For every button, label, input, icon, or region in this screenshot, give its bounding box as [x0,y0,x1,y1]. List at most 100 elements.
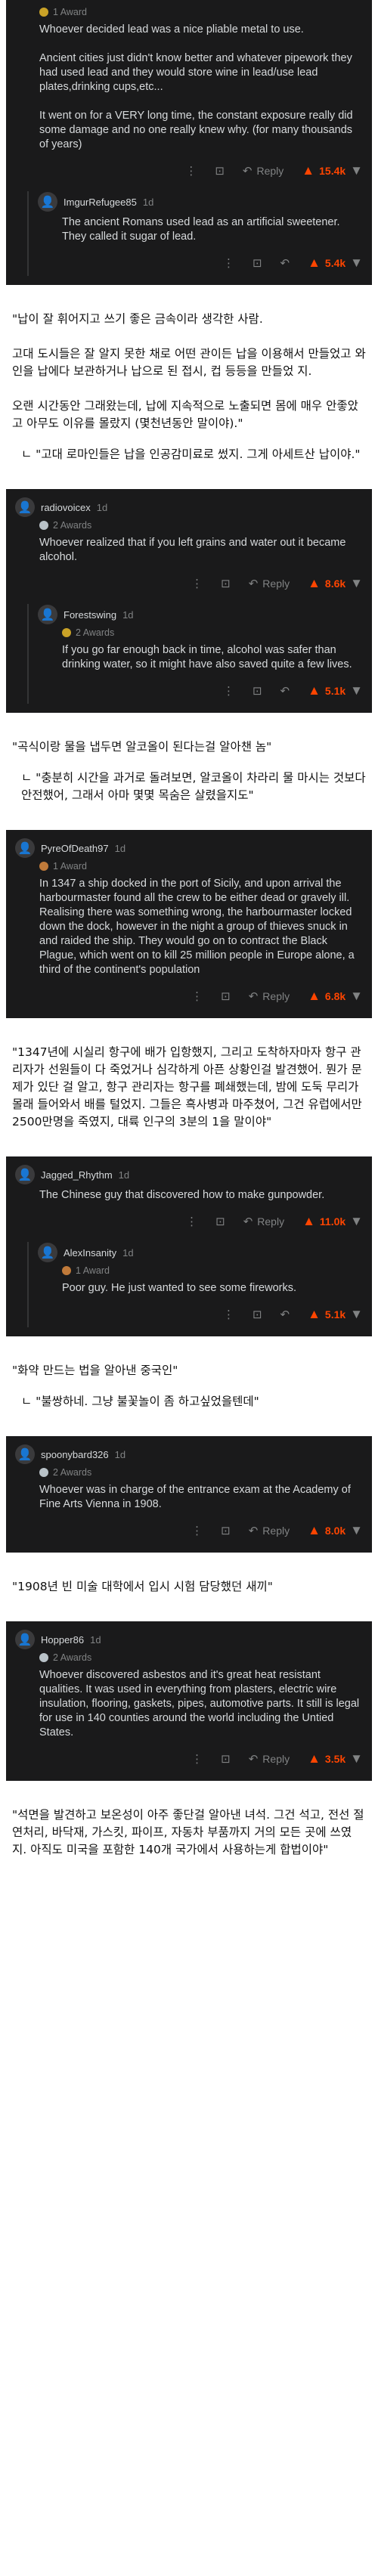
reply-icon[interactable]: ↶ [280,256,290,270]
avatar[interactable]: 👤 [15,1630,35,1649]
awards-count: 1 Award [53,7,87,17]
username[interactable]: Forestswing [64,609,116,621]
avatar[interactable]: 👤 [15,1444,35,1464]
downvote-icon[interactable]: ▼ [350,1307,363,1322]
reply-icon: ↶ [248,1753,259,1766]
upvote-icon[interactable]: ▲ [308,576,321,591]
comment-meta: 👤 radiovoicex 1d [15,497,363,518]
page: 1 Award Whoever decided lead was a nice … [0,0,378,2576]
avatar[interactable]: 👤 [38,605,57,624]
reply-button[interactable]: ↶ Reply [249,989,290,1003]
reply-label: Reply [262,1525,290,1537]
vote-count: 8.6k [324,577,346,590]
give-award-icon[interactable]: ⊡ [215,1215,225,1228]
upvote-icon[interactable]: ▲ [308,1307,321,1322]
award-icon [39,521,48,530]
give-award-icon[interactable]: ⊡ [253,1308,262,1321]
nested-reply: 👤 ImgurRefugee85 1d The ancient Romans u… [15,191,363,276]
downvote-icon[interactable]: ▼ [350,163,363,178]
username[interactable]: AlexInsanity [64,1247,116,1259]
reply-button[interactable]: ↶ Reply [249,1752,290,1766]
avatar[interactable]: 👤 [15,1165,35,1184]
username[interactable]: radiovoicex [41,502,91,513]
username[interactable]: Hopper86 [41,1634,84,1646]
more-options-icon[interactable]: ⋮ [185,164,197,178]
upvote-icon[interactable]: ▲ [308,989,321,1004]
awards-count: 2 Awards [76,627,115,638]
avatar[interactable]: 👤 [38,1243,57,1262]
vote-count: 5.1k [324,685,346,697]
more-options-icon[interactable]: ⋮ [223,684,234,698]
avatar[interactable]: 👤 [38,192,57,212]
awards-count: 1 Award [53,861,87,872]
upvote-icon[interactable]: ▲ [308,683,321,698]
give-award-icon[interactable]: ⊡ [221,1524,231,1537]
more-options-icon[interactable]: ⋮ [191,1524,203,1537]
username[interactable]: Jagged_Rhythm [41,1169,113,1181]
upvote-icon[interactable]: ▲ [302,163,314,178]
upvote-icon[interactable]: ▲ [308,255,321,271]
reply-button[interactable]: ↶ Reply [249,1524,290,1537]
reply-icon: ↶ [248,990,259,1003]
give-award-icon[interactable]: ⊡ [215,164,225,178]
avatar[interactable]: 👤 [15,497,35,517]
award-icon [62,1266,71,1275]
more-options-icon[interactable]: ⋮ [223,1308,234,1321]
comment-meta: 👤 Hopper86 1d [15,1629,363,1650]
comment-card-2: 👤 radiovoicex 1d 2 Awards Whoever realiz… [6,489,372,713]
awards-row: 1 Award [38,1263,363,1278]
downvote-icon[interactable]: ▼ [350,255,363,271]
downvote-icon[interactable]: ▼ [350,576,363,591]
reply-icon[interactable]: ↶ [280,1308,290,1321]
give-award-icon[interactable]: ⊡ [221,577,231,590]
username[interactable]: ImgurRefugee85 [64,197,137,208]
more-options-icon[interactable]: ⋮ [191,989,203,1003]
more-options-icon[interactable]: ⋮ [223,256,234,270]
more-options-icon[interactable]: ⋮ [191,577,203,590]
translation-reply-text: ㄴ "충분히 시간을 과거로 돌려보면, 알코올이 차라리 물 마시는 것보다 … [21,771,366,802]
awards-row: 2 Awards [15,1465,363,1480]
reply-button[interactable]: ↶ Reply [249,577,290,590]
comment-age: 1d [90,1633,101,1646]
translation-text: "곡식이랑 물을 냅두면 알코올이 된다는걸 알아챈 놈" [12,740,272,754]
downvote-icon[interactable]: ▼ [350,683,363,698]
awards-count: 2 Awards [53,1467,92,1478]
comment-actions: ⋮ ⊡ ↶ Reply ▲ 11.0k ▼ [15,1209,363,1234]
reply-icon: ↶ [243,1215,253,1228]
comment-age: 1d [96,501,108,513]
comment-actions: ⋮ ⊡ ↶ Reply ▲ 8.6k ▼ [15,571,363,596]
comment-actions: ⋮ ⊡ ↶ ▲ 5.1k ▼ [38,678,363,704]
upvote-icon[interactable]: ▲ [308,1523,321,1538]
downvote-icon[interactable]: ▼ [350,1214,363,1229]
reply-label: Reply [262,1753,290,1765]
nested-reply: 👤 Forestswing 1d 2 Awards If you go far … [15,604,363,704]
translation-text: "화약 만드는 법을 알아낸 중국인" [12,1364,178,1377]
downvote-icon[interactable]: ▼ [350,1523,363,1538]
reply-label: Reply [257,1215,285,1228]
give-award-icon[interactable]: ⊡ [253,684,262,698]
reply-button[interactable]: ↶ Reply [243,164,284,178]
downvote-icon[interactable]: ▼ [350,1751,363,1766]
avatar[interactable]: 👤 [15,838,35,858]
reply-button[interactable]: ↶ Reply [243,1215,284,1228]
award-icon [39,1468,48,1477]
upvote-icon[interactable]: ▲ [302,1214,315,1229]
comment-body: Whoever realized that if you left grains… [39,537,346,563]
reply-label: Reply [262,577,290,590]
translation-text: "1347년에 시실리 항구에 배가 입항했지, 그리고 도착하자마자 항구 관… [12,1045,362,1129]
more-options-icon[interactable]: ⋮ [191,1752,203,1766]
comment-card-6: 👤 Hopper86 1d 2 Awards Whoever discovere… [6,1621,372,1781]
give-award-icon[interactable]: ⊡ [221,989,231,1003]
comment-card-1: 1 Award Whoever decided lead was a nice … [6,0,372,285]
username[interactable]: PyreOfDeath97 [41,843,109,854]
awards-count: 2 Awards [53,1652,92,1663]
more-options-icon[interactable]: ⋮ [186,1215,197,1228]
reply-label: Reply [262,990,290,1002]
give-award-icon[interactable]: ⊡ [221,1752,231,1766]
upvote-icon[interactable]: ▲ [308,1751,321,1766]
reply-icon[interactable]: ↶ [280,684,290,698]
username[interactable]: spoonybard326 [41,1449,109,1460]
downvote-icon[interactable]: ▼ [350,989,363,1004]
translation-text: "석면을 발견하고 보온성이 아주 좋단걸 알아낸 녀석. 그건 석고, 전선 … [12,1808,364,1856]
give-award-icon[interactable]: ⊡ [253,256,262,270]
